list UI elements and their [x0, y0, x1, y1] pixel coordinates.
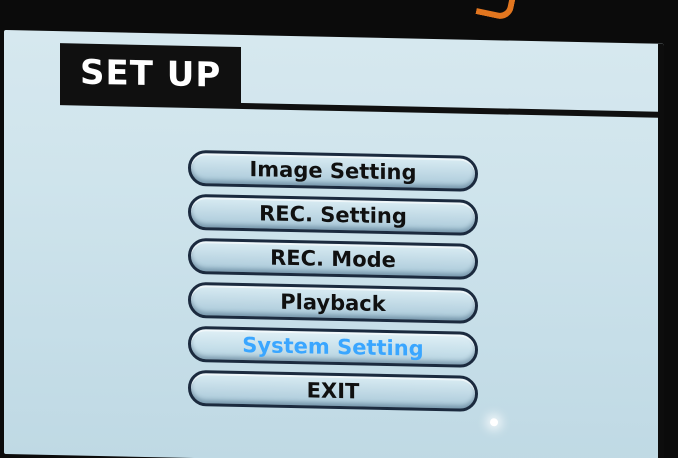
page-title: SET UP	[80, 52, 222, 96]
system-setting-button[interactable]: System Setting	[188, 325, 478, 368]
setup-menu: Image Setting REC. Setting REC. Mode Pla…	[188, 149, 478, 412]
setup-screen: SET UP Image Setting REC. Setting REC. M…	[4, 30, 664, 458]
exit-button[interactable]: EXIT	[188, 369, 478, 412]
playback-button[interactable]: Playback	[188, 281, 478, 324]
screen-glare	[490, 418, 498, 427]
title-block: SET UP	[60, 43, 242, 105]
rec-setting-button[interactable]: REC. Setting	[188, 193, 478, 236]
image-setting-button[interactable]: Image Setting	[188, 149, 478, 192]
orange-marker	[475, 0, 517, 22]
title-underline	[60, 99, 664, 118]
rec-mode-button[interactable]: REC. Mode	[188, 237, 478, 280]
monitor-bezel: SET UP Image Setting REC. Setting REC. M…	[0, 0, 678, 458]
